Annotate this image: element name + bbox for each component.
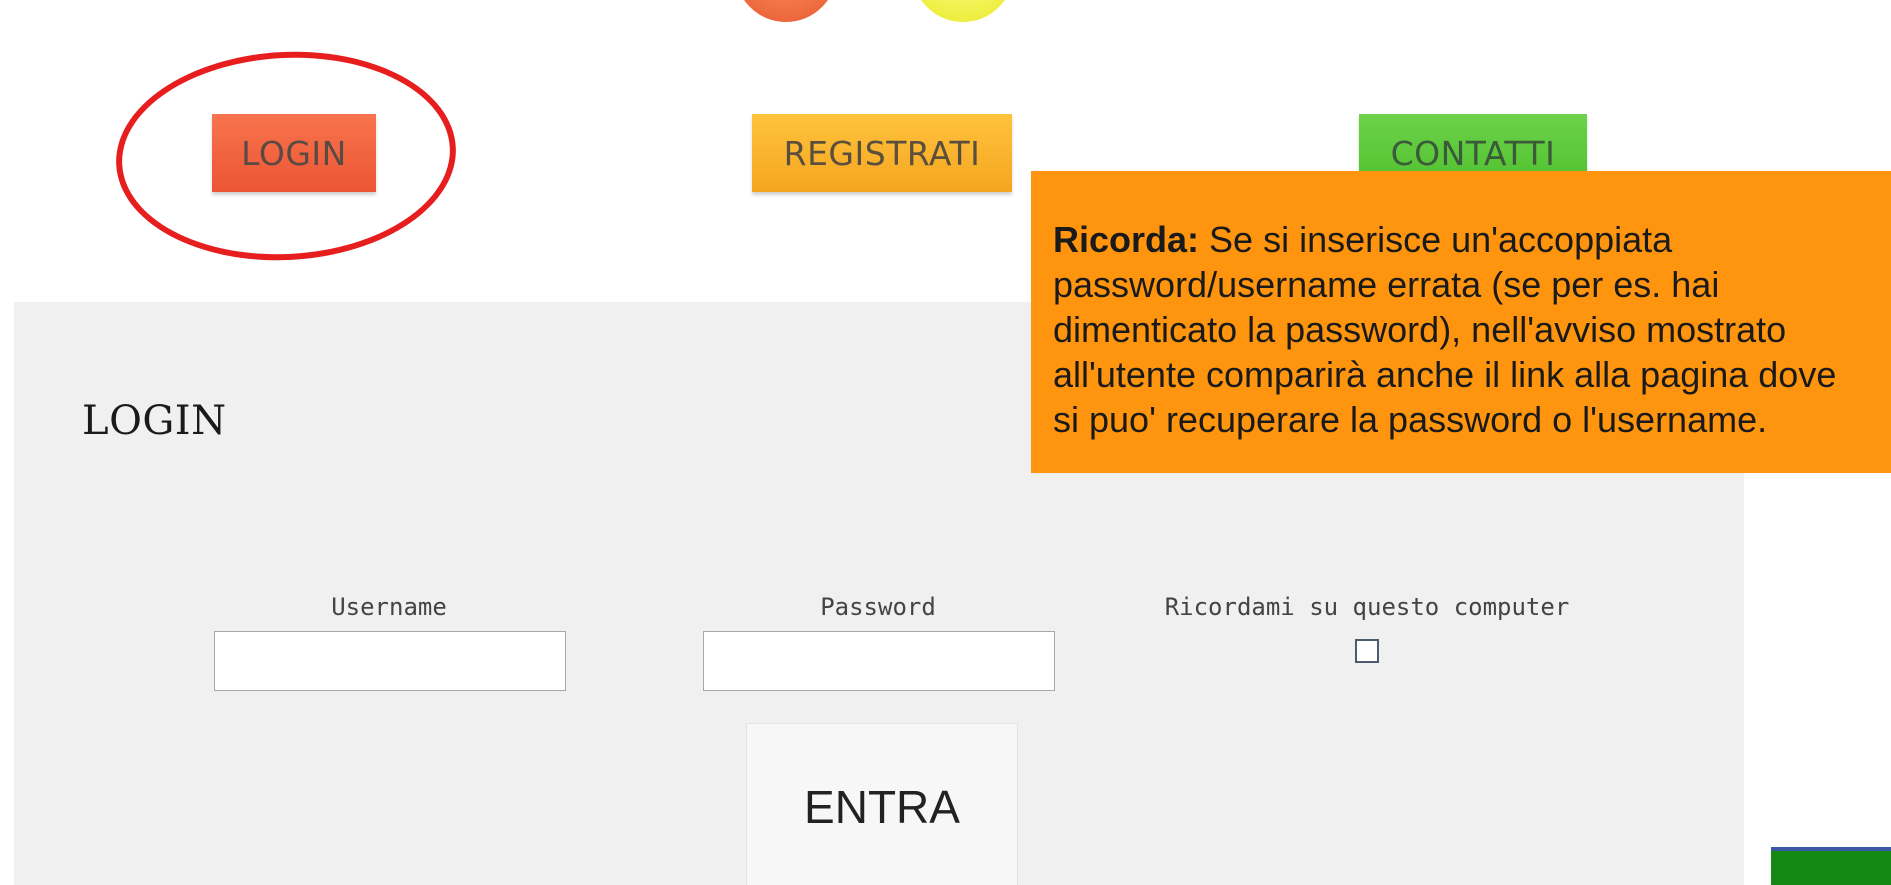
password-input[interactable]	[703, 631, 1055, 691]
callout-bold-prefix: Ricorda:	[1053, 219, 1200, 260]
remember-me-label: Ricordami su questo computer	[1164, 593, 1570, 621]
decorative-yellow-circle	[912, 0, 1014, 22]
password-label: Password	[820, 593, 936, 621]
nav-register-button[interactable]: REGISTRATI	[752, 114, 1012, 192]
reminder-callout: Ricorda: Se si inserisce un'accoppiata p…	[1031, 171, 1891, 473]
green-corner-block	[1771, 847, 1891, 885]
enter-button[interactable]: ENTRA	[746, 723, 1018, 885]
username-label: Username	[331, 593, 447, 621]
login-panel-title: LOGIN	[82, 398, 227, 444]
nav-login-button[interactable]: LOGIN	[212, 114, 376, 192]
remember-me-checkbox[interactable]	[1355, 639, 1379, 663]
decorative-orange-circle	[735, 0, 837, 22]
username-input[interactable]	[214, 631, 566, 691]
